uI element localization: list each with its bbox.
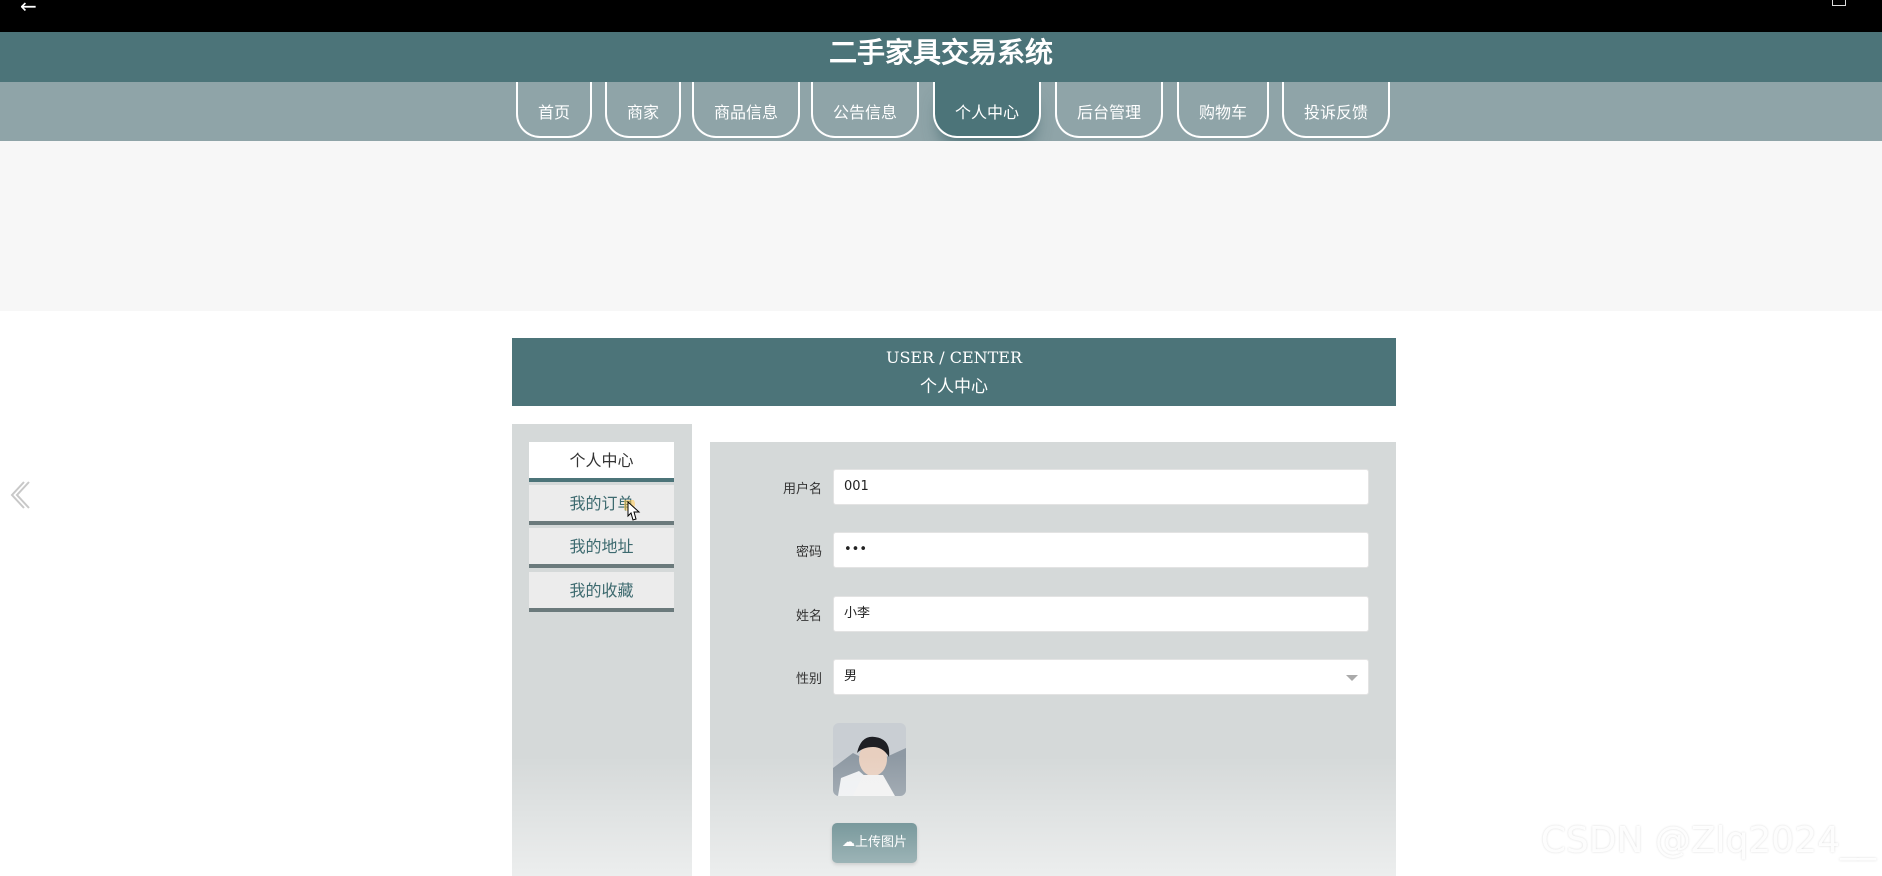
sidebar-item-orders[interactable]: 我的订单 bbox=[529, 485, 674, 525]
sidebar-item-favorites[interactable]: 我的收藏 bbox=[529, 572, 674, 612]
nav-feedback[interactable]: 投诉反馈 bbox=[1282, 82, 1390, 138]
window-icon[interactable] bbox=[1832, 0, 1846, 6]
section-title-cn: 个人中心 bbox=[920, 377, 988, 397]
nav-user-center[interactable]: 个人中心 bbox=[933, 82, 1041, 138]
nav-home[interactable]: 首页 bbox=[516, 82, 592, 138]
nav-announcements[interactable]: 公告信息 bbox=[811, 82, 919, 138]
password-field[interactable]: ••• bbox=[833, 532, 1369, 568]
password-label: 密码 bbox=[795, 545, 822, 560]
sidebar-item-user-center[interactable]: 个人中心 bbox=[529, 442, 674, 482]
banner-area bbox=[0, 141, 1882, 311]
section-title-en: USER / CENTER bbox=[885, 348, 1023, 367]
avatar bbox=[833, 723, 906, 796]
name-label: 姓名 bbox=[795, 609, 822, 624]
upload-image-button[interactable]: ☁上传图片 bbox=[832, 823, 917, 863]
caret-down-icon bbox=[1346, 675, 1358, 681]
nav-products[interactable]: 商品信息 bbox=[692, 82, 800, 138]
chevron-left-icon[interactable] bbox=[8, 480, 32, 510]
site-title: 二手家具交易系统 bbox=[828, 36, 1053, 69]
mouse-cursor-icon bbox=[621, 497, 646, 532]
gender-value: 男 bbox=[844, 669, 858, 684]
gender-label: 性别 bbox=[795, 672, 822, 687]
window-top-bar: ← bbox=[0, 0, 1882, 32]
arrow-left-icon[interactable]: ← bbox=[20, 0, 37, 18]
site-header: 二手家具交易系统 bbox=[0, 32, 1882, 82]
name-field[interactable]: 小李 bbox=[833, 596, 1369, 632]
upload-label: 上传图片 bbox=[854, 835, 907, 850]
watermark: CSDN @Zlq2024__ bbox=[1540, 820, 1876, 861]
nav-merchants[interactable]: 商家 bbox=[605, 82, 681, 138]
cloud-upload-icon: ☁ bbox=[841, 835, 855, 850]
section-header: USER / CENTER 个人中心 bbox=[512, 338, 1396, 406]
username-label: 用户名 bbox=[782, 482, 822, 497]
gender-select[interactable]: 男 bbox=[833, 659, 1369, 695]
username-field[interactable]: 001 bbox=[833, 469, 1369, 505]
sidebar-item-addresses[interactable]: 我的地址 bbox=[529, 528, 674, 568]
nav-cart[interactable]: 购物车 bbox=[1177, 82, 1269, 138]
nav-admin[interactable]: 后台管理 bbox=[1055, 82, 1163, 138]
